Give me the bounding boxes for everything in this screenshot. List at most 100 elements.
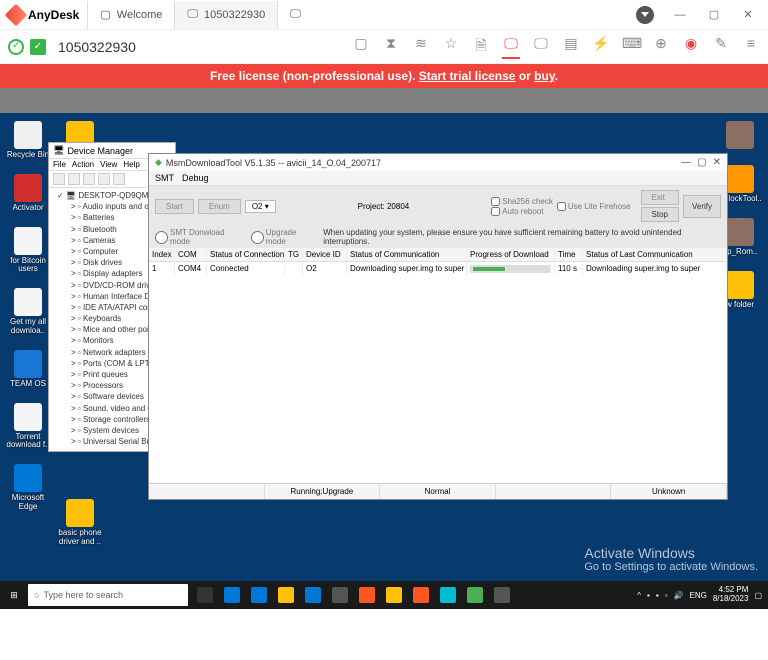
taskbar-app[interactable] — [327, 581, 353, 609]
app-icon — [440, 587, 456, 603]
desktop-icon[interactable]: Microsoft Edge — [4, 464, 52, 512]
star-icon[interactable]: ☆ — [442, 35, 460, 59]
tb-btn[interactable] — [83, 173, 95, 185]
tab-session[interactable]: 🖵 1050322930 — [174, 1, 277, 29]
desktop-icon[interactable] — [716, 121, 764, 151]
hamburger-icon[interactable]: ≡ — [742, 35, 760, 59]
tb-btn[interactable] — [68, 173, 80, 185]
icon-label: Activator — [12, 204, 43, 213]
menu-file[interactable]: File — [53, 160, 66, 169]
file-icon[interactable]: 🗎 — [472, 35, 490, 59]
table-row[interactable]: 1COM4 Connected O2Downloading super.img … — [149, 262, 727, 275]
app-icon — [359, 587, 375, 603]
taskbar-app[interactable] — [273, 581, 299, 609]
taskbar-app[interactable] — [381, 581, 407, 609]
comment-icon[interactable]: ▤ — [562, 35, 580, 59]
anydesk-toolbar: ✓ 1050322930 ▢ ⧗ ≋ ☆ 🗎 🖵 🖵 ▤ ⚡ ⌨ ⊕ ◉ ✎ ≡ — [0, 30, 768, 64]
tray-icon[interactable]: ▪ — [656, 591, 659, 600]
start-button[interactable]: Start — [155, 199, 194, 214]
monitor-plus-icon: 🖵 — [290, 8, 301, 21]
tray-volume-icon[interactable]: 🔊 — [674, 591, 684, 600]
maximize-button[interactable]: ▢ — [698, 2, 730, 28]
msm-close[interactable]: ✕ — [713, 157, 721, 168]
msm-maximize[interactable]: ▢ — [697, 157, 706, 168]
enum-button[interactable]: Enum — [198, 199, 241, 214]
monitor2-icon[interactable]: 🖵 — [532, 35, 550, 59]
desktop-icon[interactable]: for Bitcoin users — [4, 227, 52, 275]
msm-mode-row: SMT Donwload mode Upgrade mode When upda… — [149, 226, 727, 248]
desktop-icon[interactable]: Recycle Bin — [4, 121, 52, 160]
menu-debug[interactable]: Debug — [182, 173, 209, 183]
clock[interactable]: 4:52 PM8/18/2023 — [713, 586, 749, 604]
taskbar-app[interactable] — [192, 581, 218, 609]
taskbar-app[interactable] — [462, 581, 488, 609]
dropdown-icon[interactable] — [636, 6, 654, 24]
desktop-icon[interactable]: basic phone driver and .. — [56, 499, 104, 547]
tray-lang[interactable]: ENG — [690, 591, 707, 600]
system-tray[interactable]: ^ ▪ ▪ ▫ 🔊 ENG 4:52 PM8/18/2023 ▢ — [637, 586, 768, 604]
tray-network-icon[interactable]: ▫ — [665, 591, 668, 600]
progress-bar — [470, 265, 551, 273]
taskbar-app[interactable] — [408, 581, 434, 609]
desktop-icon[interactable]: Activator — [4, 174, 52, 213]
msm-minimize[interactable]: — — [681, 157, 691, 168]
taskbar-app[interactable] — [435, 581, 461, 609]
stack-icon[interactable]: ≋ — [412, 35, 430, 59]
download-mode-radio[interactable]: SMT Donwload mode — [155, 228, 245, 246]
desktop-icon[interactable]: Get my all downloa.. — [4, 288, 52, 336]
remote-desktop[interactable]: Recycle Bin Activator for Bitcoin users Get… — [0, 113, 768, 609]
taskbar-app[interactable] — [246, 581, 272, 609]
menu-action[interactable]: Action — [72, 160, 94, 169]
desktop-icon[interactable]: TEAM OS — [4, 350, 52, 389]
app-icon — [14, 288, 42, 316]
menu-view[interactable]: View — [100, 160, 117, 169]
stop-button[interactable]: Stop — [641, 207, 679, 222]
taskbar-app[interactable] — [300, 581, 326, 609]
sha-check[interactable]: Sha256 check — [491, 197, 553, 206]
tb-btn[interactable] — [113, 173, 125, 185]
msm-titlebar[interactable]: ◆ MsmDownloadTool V5.1.35 -- avicii_14_O… — [149, 154, 727, 171]
remote-screen[interactable]: Recycle Bin Activator for Bitcoin users Get… — [0, 88, 768, 609]
start-button[interactable]: ⊞ — [0, 581, 28, 609]
target-select[interactable]: O2 ▾ — [245, 200, 276, 213]
trial-link[interactable]: Start trial license — [419, 69, 516, 83]
taskbar[interactable]: ⊞ ○ Type here to search ^ ▪ ▪ ▫ 🔊 ENG 4:… — [0, 581, 768, 609]
taskbar-app[interactable] — [489, 581, 515, 609]
msm-menubar[interactable]: SMT Debug — [149, 171, 727, 186]
close-button[interactable]: ✕ — [732, 2, 764, 28]
tab-new[interactable]: 🖵 — [277, 1, 313, 29]
tab-welcome[interactable]: ▢ Welcome — [87, 1, 174, 29]
notifications-icon[interactable]: ▢ — [754, 591, 762, 600]
taskbar-app[interactable] — [219, 581, 245, 609]
menu-smt[interactable]: SMT — [155, 173, 174, 183]
firehose-check[interactable]: Use Lite Firehose — [557, 202, 631, 211]
app-icon — [66, 499, 94, 527]
anydesk-titlebar: AnyDesk ▢ Welcome 🖵 1050322930 🖵 — ▢ ✕ — [0, 0, 768, 30]
privacy-icon[interactable]: ⊕ — [652, 35, 670, 59]
exit-button[interactable]: Exit — [641, 190, 679, 205]
tray-chevron-icon[interactable]: ^ — [637, 591, 641, 600]
taskbar-app[interactable] — [354, 581, 380, 609]
verify-button[interactable]: Verify — [683, 195, 721, 218]
menu-help[interactable]: Help — [123, 160, 139, 169]
hourglass-icon[interactable]: ⧗ — [382, 35, 400, 59]
desktop-icon[interactable]: Torrent download f.. — [4, 403, 52, 451]
tb-btn[interactable] — [98, 173, 110, 185]
tb-btn[interactable] — [53, 173, 65, 185]
tray-icon[interactable]: ▪ — [647, 591, 650, 600]
auto-reboot-check[interactable]: Auto reboot — [491, 207, 553, 216]
app-icon — [14, 121, 42, 149]
draw-icon[interactable]: ✎ — [712, 35, 730, 59]
bolt-icon[interactable]: ⚡ — [592, 35, 610, 59]
msm-window[interactable]: ◆ MsmDownloadTool V5.1.35 -- avicii_14_O… — [148, 153, 728, 500]
keyboard-icon[interactable]: ⌨ — [622, 35, 640, 59]
chat-icon[interactable]: ▢ — [352, 35, 370, 59]
app-icon — [726, 271, 754, 299]
rec-icon[interactable]: ◉ — [682, 35, 700, 59]
taskbar-apps — [192, 581, 515, 609]
upgrade-mode-radio[interactable]: Upgrade mode — [251, 228, 317, 246]
minimize-button[interactable]: — — [664, 2, 696, 28]
search-box[interactable]: ○ Type here to search — [28, 584, 188, 606]
display-icon[interactable]: 🖵 — [502, 35, 520, 59]
buy-link[interactable]: buy — [534, 69, 554, 83]
